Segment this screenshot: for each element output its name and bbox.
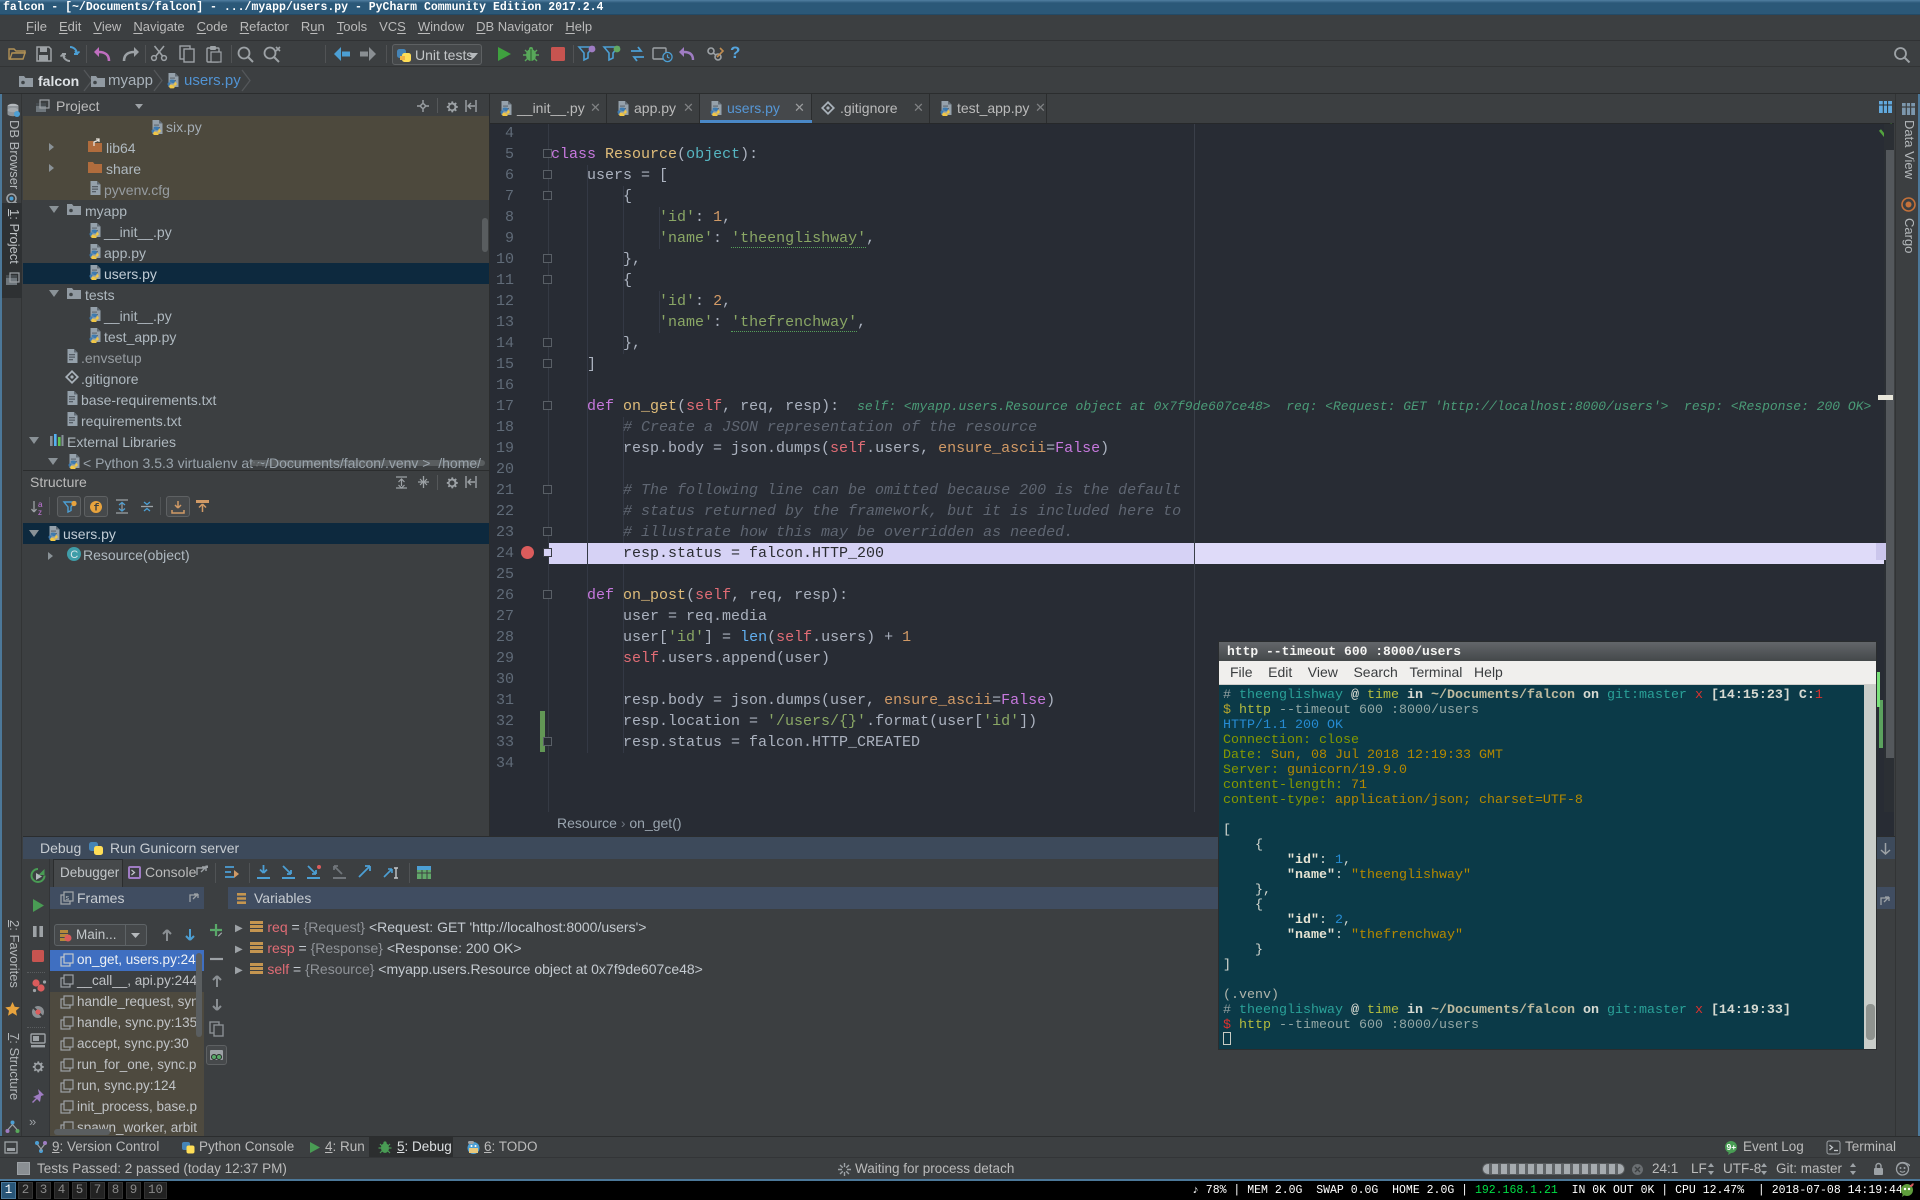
svg-text:z: z	[38, 508, 42, 516]
svg-text:f: f	[94, 503, 100, 515]
svg-text:C: C	[70, 549, 78, 561]
svg-text:s: s	[66, 895, 70, 902]
svg-text:9+: 9+	[1727, 1142, 1737, 1152]
